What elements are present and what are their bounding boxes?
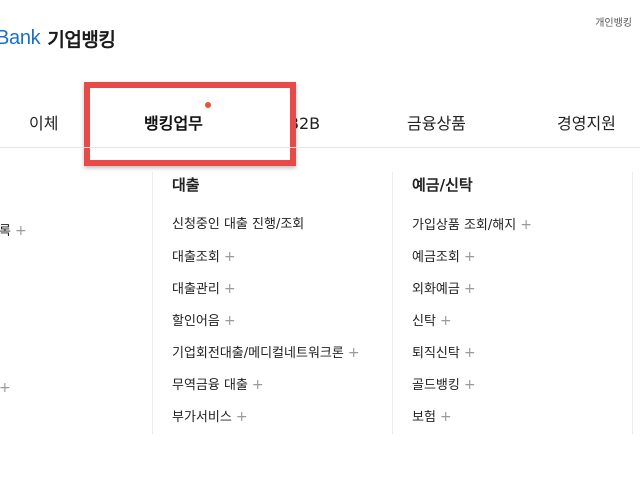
menu-item-loan-management[interactable]: 대출관리 + bbox=[172, 281, 360, 313]
menu-item-product-inquiry-cancel[interactable]: 가입상품 조회/해지 + bbox=[412, 217, 532, 249]
menu-item-label: 대출관리 bbox=[172, 282, 220, 297]
menu-item-label: 무역금융 대출 bbox=[172, 378, 248, 393]
submenu-column-deposits-trust: 예금/신탁 가입상품 조회/해지 + 예금조회 + 외화예금 + 신탁 + 퇴직신탁 + … bbox=[412, 174, 532, 441]
plus-icon: + bbox=[223, 281, 236, 297]
menu-item-label: 신탁 bbox=[412, 314, 436, 329]
logo-service-name: 기업뱅킹 bbox=[47, 28, 116, 51]
plus-icon: + bbox=[14, 223, 27, 239]
menu-item-label: 대출조회 bbox=[172, 250, 220, 265]
plus-icon: + bbox=[0, 380, 11, 396]
menu-item-trade-finance-loan[interactable]: 무역금융 대출 + bbox=[172, 377, 360, 409]
plus-icon: + bbox=[520, 217, 532, 233]
menu-item-label: 신청중인 대출 진행/조회 bbox=[172, 217, 305, 232]
nav-tab-transfer[interactable]: 이체 bbox=[29, 104, 58, 144]
plus-icon: + bbox=[463, 281, 476, 297]
menu-item-label: 록 bbox=[0, 224, 11, 239]
submenu-panel: 록 + + 대출 신청중인 대출 진행/조회 대출조회 + 대출관리 + 할인어음 + … bbox=[0, 148, 640, 438]
nav-tab-banking-tasks[interactable]: 뱅킹업무 bbox=[144, 104, 203, 144]
menu-item-gold-banking[interactable]: 골드뱅킹 + bbox=[412, 377, 532, 409]
column-divider bbox=[632, 172, 633, 434]
menu-item-deposit-inquiry[interactable]: 예금조회 + bbox=[412, 249, 532, 281]
personal-banking-link[interactable]: 개인뱅킹 bbox=[595, 14, 632, 29]
menu-item-additional-services[interactable]: 부가서비스 + bbox=[172, 409, 360, 441]
menu-item-revolving-medical-loan[interactable]: 기업회전대출/메디컬네트워크론 + bbox=[172, 345, 360, 377]
menu-item-label: 보험 bbox=[412, 410, 436, 425]
column-divider bbox=[152, 172, 153, 434]
menu-item-trust[interactable]: 신탁 + bbox=[412, 313, 532, 345]
global-nav: 이체 뱅킹업무 B2B 금융상품 경영지원 bbox=[0, 104, 640, 144]
menu-item-foreign-currency-deposit[interactable]: 외화예금 + bbox=[412, 281, 532, 313]
menu-item-loan-inquiry[interactable]: 대출조회 + bbox=[172, 249, 360, 281]
menu-item-partial[interactable]: + bbox=[0, 380, 11, 396]
column-title: 대출 bbox=[172, 176, 200, 194]
logo[interactable]: Bank 기업뱅킹 bbox=[0, 24, 116, 52]
menu-item-label: 골드뱅킹 bbox=[412, 378, 460, 393]
column-divider bbox=[392, 172, 393, 434]
plus-icon: + bbox=[347, 345, 360, 361]
column-title: 예금/신탁 bbox=[412, 176, 473, 194]
menu-item-retirement-trust[interactable]: 퇴직신탁 + bbox=[412, 345, 532, 377]
menu-item-insurance[interactable]: 보험 + bbox=[412, 409, 532, 441]
menu-item-partial[interactable]: 록 + bbox=[0, 220, 27, 239]
plus-icon: + bbox=[439, 409, 452, 425]
menu-item-label: 기업회전대출/메디컬네트워크론 bbox=[172, 346, 344, 361]
nav-tab-b2b[interactable]: B2B bbox=[294, 104, 320, 144]
plus-icon: + bbox=[463, 249, 476, 265]
plus-icon: + bbox=[223, 313, 236, 329]
logo-brand-text: Bank bbox=[0, 26, 41, 49]
plus-icon: + bbox=[251, 377, 264, 393]
plus-icon: + bbox=[223, 249, 236, 265]
menu-item-loan-application-status[interactable]: 신청중인 대출 진행/조회 bbox=[172, 217, 360, 249]
plus-icon: + bbox=[235, 409, 248, 425]
menu-item-label: 부가서비스 bbox=[172, 410, 232, 425]
menu-item-label: 외화예금 bbox=[412, 282, 460, 297]
submenu-column-loans: 대출 신청중인 대출 진행/조회 대출조회 + 대출관리 + 할인어음 + 기업회전대… bbox=[172, 174, 360, 441]
plus-icon: + bbox=[439, 313, 452, 329]
menu-item-label: 가입상품 조회/해지 bbox=[412, 218, 517, 233]
nav-tab-financial-products[interactable]: 금융상품 bbox=[407, 104, 466, 144]
menu-item-discount-bills[interactable]: 할인어음 + bbox=[172, 313, 360, 345]
new-indicator-dot bbox=[205, 102, 211, 108]
plus-icon: + bbox=[463, 377, 476, 393]
menu-item-label: 퇴직신탁 bbox=[412, 346, 460, 361]
nav-tab-management-support[interactable]: 경영지원 bbox=[557, 104, 616, 144]
plus-icon: + bbox=[463, 345, 476, 361]
menu-item-label: 할인어음 bbox=[172, 314, 220, 329]
menu-item-label: 예금조회 bbox=[412, 250, 460, 265]
